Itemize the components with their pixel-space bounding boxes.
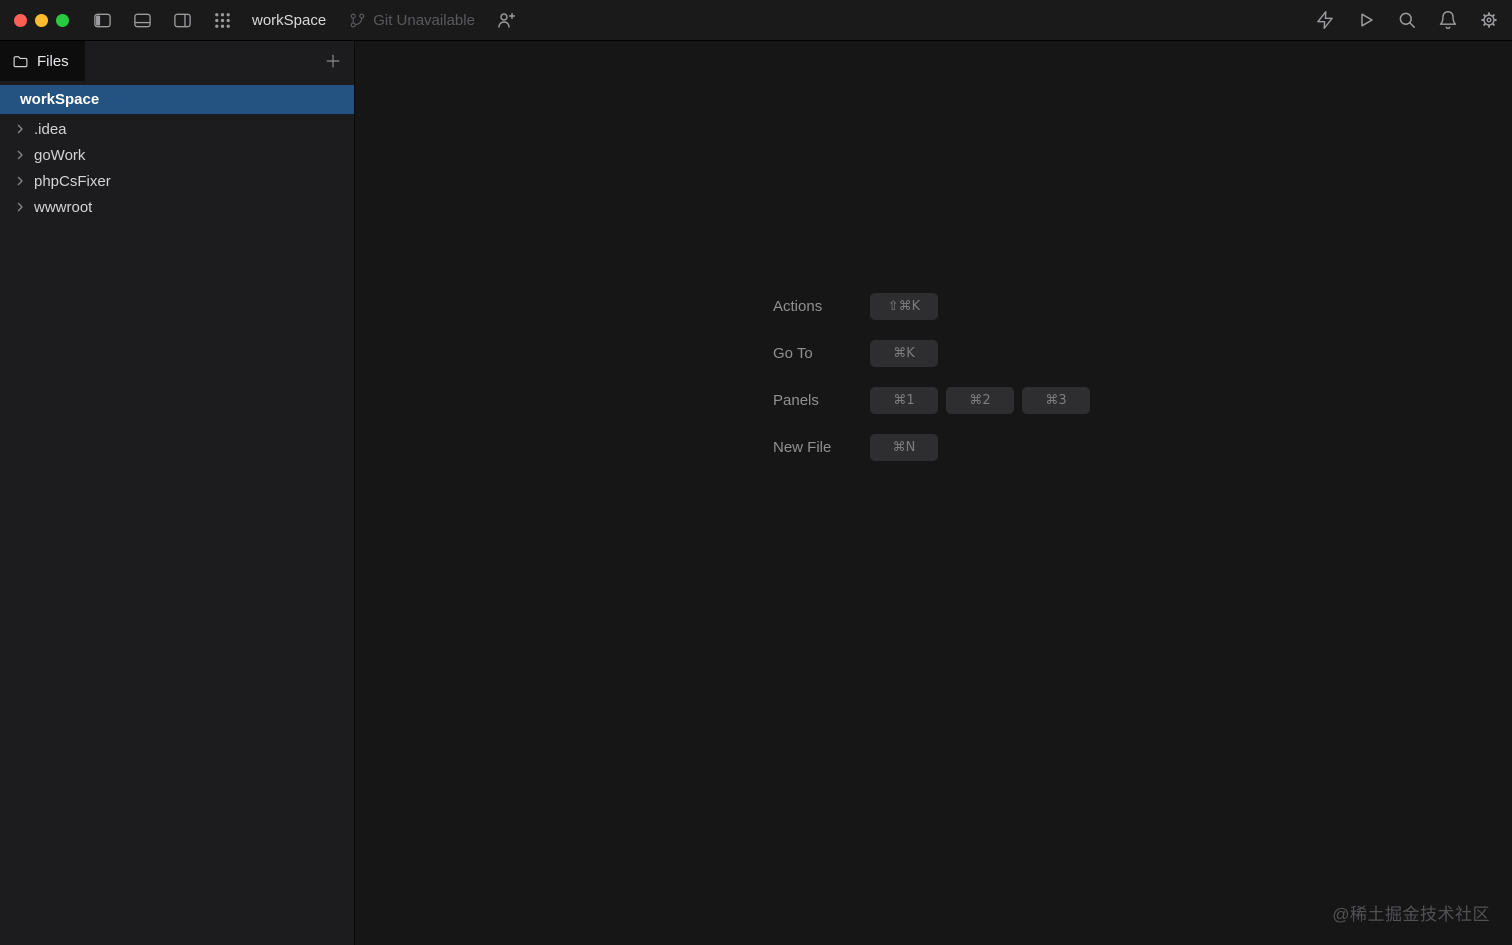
shortcut-row-goto: Go To ⌘K <box>773 340 1090 367</box>
layout-bottom-panel-icon <box>134 13 151 27</box>
close-window-button[interactable] <box>14 13 27 27</box>
titlebar: workSpace Git Unavailable <box>0 0 1512 41</box>
run-button[interactable] <box>1356 10 1376 30</box>
kbd-badge: ⌘K <box>870 340 938 367</box>
files-sidebar: Files workSpace .idea goWork phpCsFixer … <box>0 41 355 945</box>
toggle-bottom-panel-button[interactable] <box>133 11 152 30</box>
tree-item-workspace-root[interactable]: workSpace <box>0 85 354 114</box>
titlebar-right-actions <box>1315 10 1512 30</box>
play-icon <box>1361 13 1373 27</box>
kbd-badge: ⌘2 <box>946 387 1014 414</box>
quick-actions-button[interactable] <box>1315 10 1335 30</box>
shortcut-row-actions: Actions ⇧⌘K <box>773 293 1090 320</box>
toggle-left-panel-button[interactable] <box>93 11 112 30</box>
shortcut-label: Go To <box>773 345 813 362</box>
shortcut-hints: Actions ⇧⌘K Go To ⌘K Panels ⌘1 ⌘2 ⌘3 New… <box>773 293 1090 461</box>
toggle-right-panel-button[interactable] <box>173 11 192 30</box>
new-file-button[interactable] <box>324 52 342 70</box>
add-collaborator-button[interactable] <box>496 10 516 30</box>
shortcut-row-newfile: New File ⌘N <box>773 434 1090 461</box>
notifications-button[interactable] <box>1438 10 1458 30</box>
tree-item-label: phpCsFixer <box>34 172 111 190</box>
chevron-right-icon[interactable] <box>12 147 28 163</box>
tree-item-label: workSpace <box>20 91 100 108</box>
tree-item-label: goWork <box>34 146 86 164</box>
tree-item-wwwroot[interactable]: wwwroot <box>0 194 354 220</box>
folder-icon <box>13 55 28 67</box>
zoom-window-button[interactable] <box>56 13 69 27</box>
kbd-badge: ⇧⌘K <box>870 293 938 320</box>
search-button[interactable] <box>1397 10 1417 30</box>
window-controls <box>0 13 69 27</box>
tree-item-phpcsfixer[interactable]: phpCsFixer <box>0 168 354 194</box>
watermark: @稀土掘金技术社区 <box>1332 905 1490 924</box>
file-tree: workSpace .idea goWork phpCsFixer wwwroo… <box>0 81 354 220</box>
git-branch-icon <box>350 13 365 27</box>
lightning-icon <box>1317 11 1333 29</box>
app-grid-icon <box>215 12 230 28</box>
content-area: Files workSpace .idea goWork phpCsFixer … <box>0 41 1512 945</box>
layout-left-panel-icon <box>94 13 111 27</box>
editor-area: Actions ⇧⌘K Go To ⌘K Panels ⌘1 ⌘2 ⌘3 New… <box>355 41 1512 945</box>
tab-files[interactable]: Files <box>0 41 85 81</box>
search-icon <box>1399 12 1415 28</box>
gear-icon <box>1481 12 1497 28</box>
shortcut-label: Actions <box>773 298 823 315</box>
kbd-badge: ⌘N <box>870 434 938 461</box>
layout-right-panel-icon <box>174 13 191 27</box>
chevron-right-icon[interactable] <box>12 121 28 137</box>
settings-button[interactable] <box>1479 10 1499 30</box>
workspace-grid-button[interactable] <box>213 11 232 30</box>
person-add-icon <box>498 12 516 28</box>
chevron-right-icon[interactable] <box>12 173 28 189</box>
panel-toggles <box>93 11 192 30</box>
minimize-window-button[interactable] <box>35 13 48 27</box>
kbd-badge: ⌘3 <box>1022 387 1090 414</box>
plus-icon <box>326 54 340 68</box>
shortcut-row-panels: Panels ⌘1 ⌘2 ⌘3 <box>773 387 1090 414</box>
kbd-badge: ⌘1 <box>870 387 938 414</box>
tab-files-label: Files <box>37 52 69 70</box>
chevron-right-icon[interactable] <box>12 199 28 215</box>
git-status-label: Git Unavailable <box>373 11 475 29</box>
tree-item-idea[interactable]: .idea <box>0 116 354 142</box>
shortcut-label: New File <box>773 439 832 456</box>
tree-item-gowork[interactable]: goWork <box>0 142 354 168</box>
shortcut-label: Panels <box>773 392 819 409</box>
git-status-button[interactable]: Git Unavailable <box>349 12 475 29</box>
window-title: workSpace <box>252 11 327 29</box>
tree-item-label: wwwroot <box>34 198 93 216</box>
sidebar-header: Files <box>0 41 354 81</box>
tree-item-label: .idea <box>34 120 67 138</box>
app-window: workSpace Git Unavailable Files workSpac… <box>0 0 1512 945</box>
bell-icon <box>1439 11 1457 30</box>
